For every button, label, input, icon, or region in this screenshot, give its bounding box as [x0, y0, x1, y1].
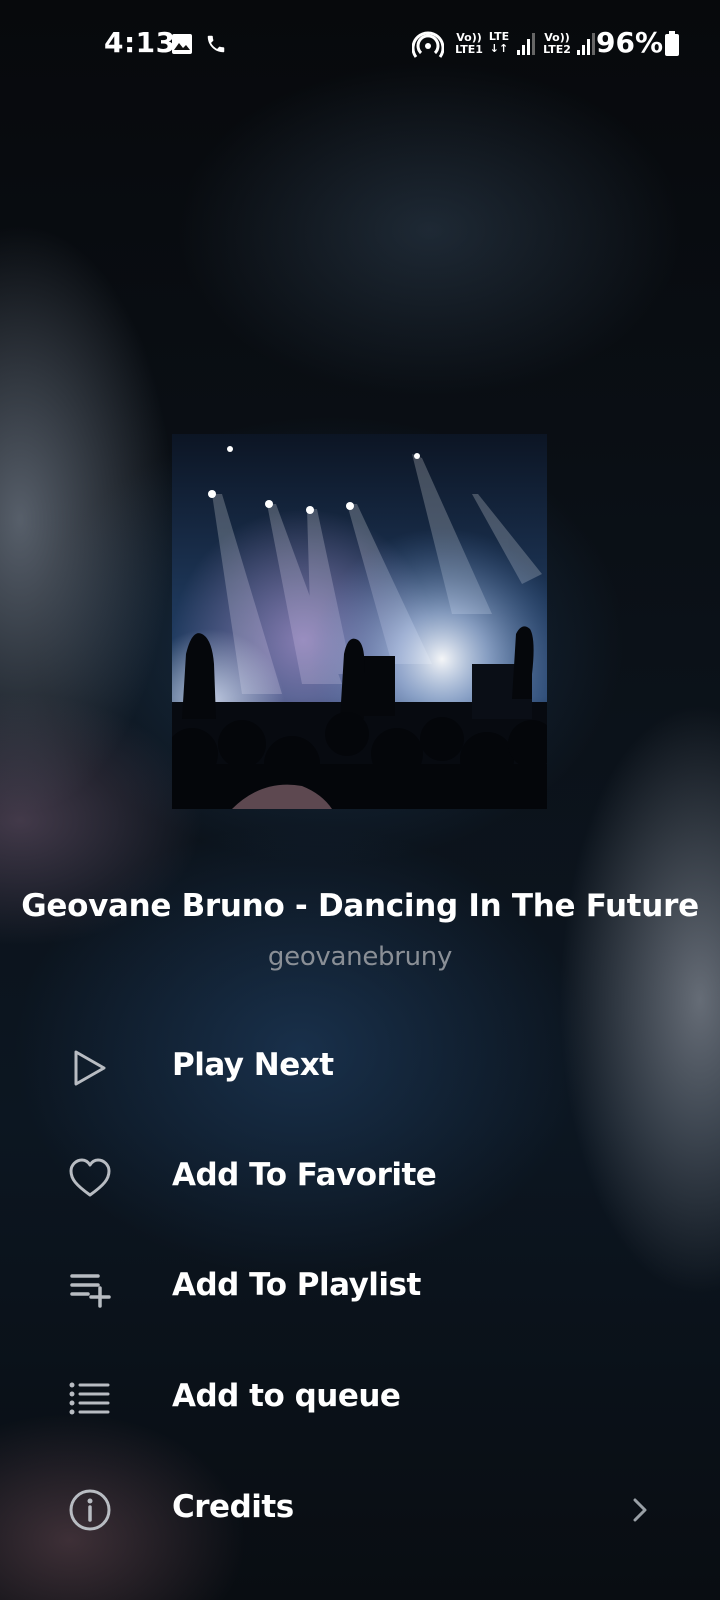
sim1-label: Vo)) LTE1: [452, 32, 486, 56]
menu-label: Add to queue: [172, 1378, 401, 1414]
menu-label: Play Next: [172, 1047, 334, 1083]
lte-label: LTE ↓↑: [486, 31, 512, 55]
sim2-label: Vo)) LTE2: [540, 32, 574, 56]
menu-add-to-favorite[interactable]: Add To Favorite: [0, 1128, 720, 1228]
menu-credits[interactable]: Credits: [0, 1460, 720, 1560]
chevron-right-icon: [633, 1498, 647, 1522]
menu-play-next[interactable]: Play Next: [0, 1018, 720, 1118]
menu-label: Add To Playlist: [172, 1267, 421, 1303]
phone-icon: [207, 35, 225, 53]
lte-arrows: ↓↑: [489, 42, 509, 55]
queue-list-icon: [69, 1382, 110, 1415]
battery-icon: [665, 31, 679, 56]
heart-icon: [69, 1158, 111, 1197]
signal-icon: [517, 33, 535, 55]
album-art: [172, 434, 547, 809]
playlist-add-icon: [70, 1274, 111, 1308]
sim1-bottom: LTE1: [455, 43, 483, 56]
signal-icon: [577, 33, 595, 55]
sim2-bottom: LTE2: [543, 43, 571, 56]
menu-add-to-queue[interactable]: Add to queue: [0, 1349, 720, 1449]
menu-label: Add To Favorite: [172, 1157, 437, 1193]
song-artist: geovanebruny: [267, 942, 453, 972]
song-title: Geovane Bruno - Dancing In The Future: [21, 888, 699, 924]
play-icon: [74, 1050, 106, 1086]
menu-add-to-playlist[interactable]: Add To Playlist: [0, 1238, 720, 1338]
gallery-icon: [172, 34, 192, 54]
info-icon: [69, 1489, 111, 1531]
status-bar: 4:13 Vo)) LTE1 LTE ↓↑ Vo)) LTE2 96%: [0, 0, 720, 86]
hotspot-icon: [412, 31, 444, 58]
status-time: 4:13: [104, 26, 176, 59]
menu-label: Credits: [172, 1489, 294, 1525]
battery-percent: 96%: [596, 26, 664, 59]
